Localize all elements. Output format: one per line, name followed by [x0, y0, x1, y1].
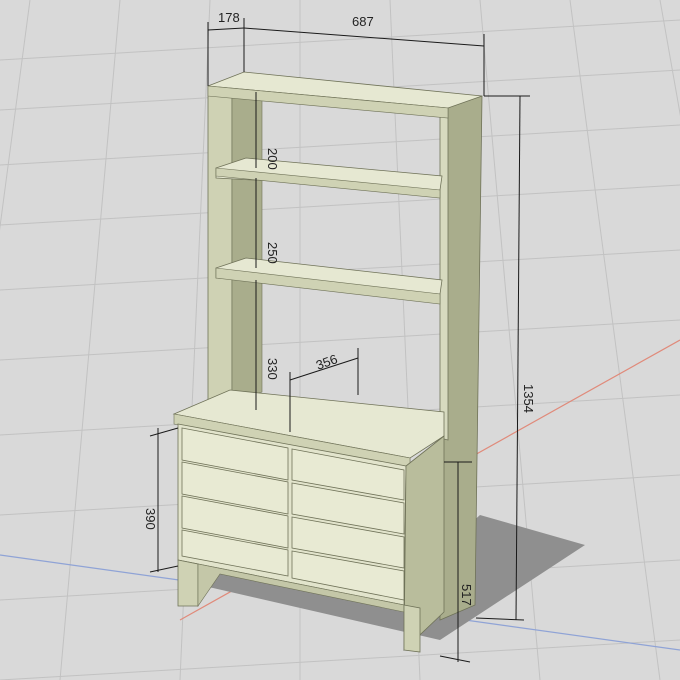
depth-label: 178 — [218, 10, 240, 25]
left-leg — [177, 559, 199, 607]
left-upright — [207, 85, 233, 406]
width-label: 687 — [352, 14, 374, 29]
drawers-left — [181, 427, 289, 577]
drawer-height-label: 390 — [143, 508, 158, 530]
shelf-gap-middle-label: 250 — [265, 242, 280, 264]
shelf-gap-bottom-label: 330 — [265, 358, 280, 380]
shelf-gap-top-label: 200 — [265, 148, 280, 170]
cad-viewport: 178 687 200 250 330 356 1354 390 517 — [0, 0, 680, 680]
total-height-label: 1354 — [521, 384, 536, 413]
right-upright — [439, 105, 449, 441]
counter-depth-label: 356 — [314, 351, 340, 373]
left-upright-inner — [231, 87, 263, 401]
right-leg — [403, 604, 421, 653]
base-height-label: 517 — [459, 584, 474, 606]
